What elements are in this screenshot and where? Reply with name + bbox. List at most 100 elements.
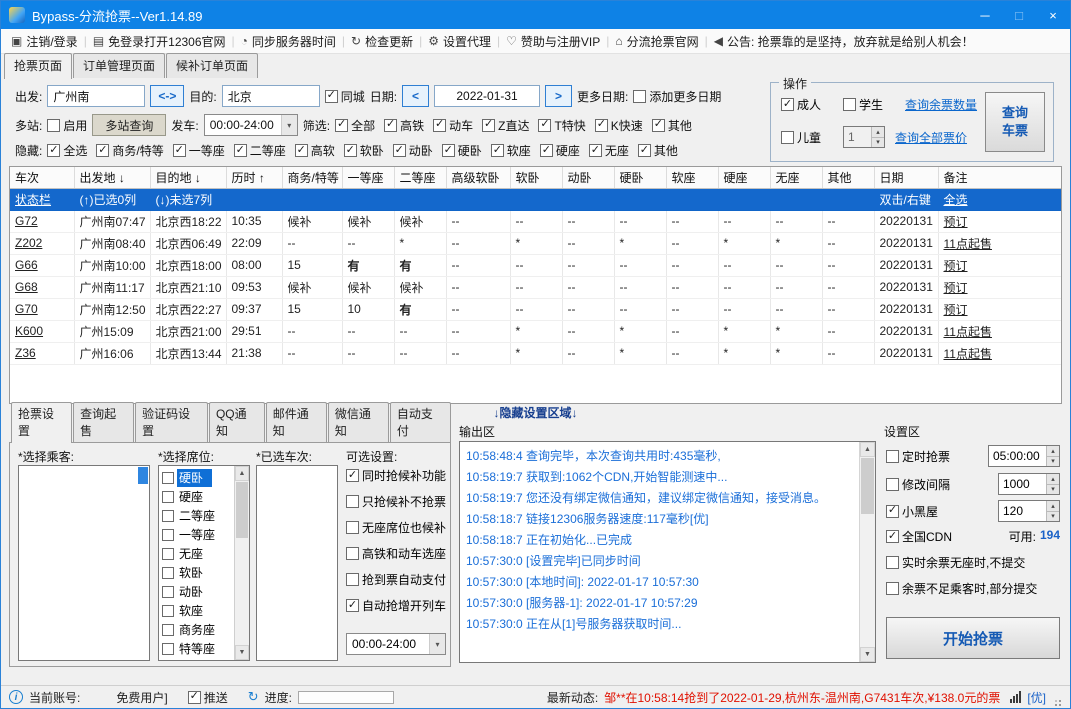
tab-grab-settings[interactable]: 抢票设置 xyxy=(11,402,73,443)
seat-option-4[interactable]: 无座 xyxy=(159,544,233,563)
train-number-link[interactable]: K600 xyxy=(10,320,75,343)
child-checkbox[interactable]: 儿童 xyxy=(781,129,833,146)
depart-time-select[interactable]: 00:00-24:00 ▾ xyxy=(203,114,298,136)
table-row[interactable]: G70 广州南12:50 北京西22:27 09:37 15 10 有 -- -- -- -- -- -… xyxy=(10,298,1061,321)
train-number-link[interactable]: G66 xyxy=(10,254,75,277)
seat-option-7[interactable]: 软座 xyxy=(159,601,233,620)
column-header-7[interactable]: 高级软卧 xyxy=(446,167,511,189)
filter-option-0[interactable]: 全部 xyxy=(335,117,375,134)
column-header-11[interactable]: 软座 xyxy=(666,167,719,189)
date-input[interactable]: 2022-01-31 xyxy=(434,85,541,107)
train-number-link[interactable]: Z202 xyxy=(10,232,75,255)
query-seat-count-link[interactable]: 查询余票数量 xyxy=(905,96,977,113)
spin-up-icon[interactable]: ▴ xyxy=(1047,501,1059,511)
minimize-icon[interactable]: ─ xyxy=(968,1,1002,29)
column-header-5[interactable]: 一等座 xyxy=(342,167,395,189)
add-more-dates-checkbox[interactable]: 添加更多日期 xyxy=(633,88,721,105)
query-tickets-button[interactable]: 查询车票 xyxy=(985,92,1045,152)
query-all-price-link[interactable]: 查询全部票价 xyxy=(895,129,967,146)
grab-option-0[interactable]: 同时抢候补功能 xyxy=(346,467,446,484)
tab-qq-notify[interactable]: QQ通知 xyxy=(208,402,265,442)
timed-grab-checkbox[interactable]: 定时抢票 xyxy=(886,448,950,465)
menu-open-12306[interactable]: ▤ 免登录打开12306官网 xyxy=(87,33,232,50)
seat-option-8[interactable]: 商务座 xyxy=(159,620,233,639)
start-grab-button[interactable]: 开始抢票 xyxy=(886,617,1060,659)
seat-option-6[interactable]: 动卧 xyxy=(159,582,233,601)
seat-option-1[interactable]: 硬座 xyxy=(159,487,233,506)
table-row[interactable]: G66 广州南10:00 北京西18:00 08:00 15 有有 -- -- -- -- -- --… xyxy=(10,254,1061,277)
child-count-spinner[interactable]: 1 ▴ ▾ xyxy=(843,126,885,148)
hide-option-3[interactable]: 二等座 xyxy=(233,142,286,159)
filter-option-2[interactable]: 动车 xyxy=(433,117,473,134)
scrollbar-thumb[interactable] xyxy=(236,482,248,538)
cdn-checkbox[interactable]: 全国CDN xyxy=(886,528,952,545)
maximize-icon[interactable]: □ xyxy=(1002,1,1036,29)
hide-option-11[interactable]: 其他 xyxy=(637,142,678,159)
hide-option-6[interactable]: 动卧 xyxy=(392,142,433,159)
swap-stations-button[interactable]: <-> xyxy=(150,85,185,107)
spin-down-icon[interactable]: ▾ xyxy=(1047,510,1059,521)
push-checkbox[interactable]: 推送 xyxy=(187,689,228,706)
book-link[interactable]: 预订 xyxy=(938,298,1061,321)
scrollbar-thumb[interactable] xyxy=(861,458,874,514)
student-checkbox[interactable]: 学生 xyxy=(843,96,895,113)
seat-option-9[interactable]: 特等座 xyxy=(159,639,233,658)
time-range-select[interactable]: 00:00-24:00 ▾ xyxy=(346,633,446,655)
grab-option-2[interactable]: 无座席位也候补 xyxy=(346,519,446,536)
column-header-14[interactable]: 其他 xyxy=(822,167,875,189)
column-header-15[interactable]: 日期 xyxy=(874,167,939,189)
hide-option-0[interactable]: 全选 xyxy=(47,142,87,159)
column-header-2[interactable]: 目的地 ↓ xyxy=(150,167,227,189)
passenger-listbox[interactable] xyxy=(18,465,150,661)
tab-ticket-page[interactable]: 抢票页面 xyxy=(4,53,73,79)
blackroom-checkbox[interactable]: 小黑屋 xyxy=(886,503,938,520)
column-header-0[interactable]: 车次 xyxy=(10,167,75,189)
modify-interval-checkbox[interactable]: 修改间隔 xyxy=(886,476,950,493)
filter-option-1[interactable]: 高铁 xyxy=(384,117,424,134)
seat-option-3[interactable]: 一等座 xyxy=(159,525,233,544)
column-header-10[interactable]: 硬卧 xyxy=(614,167,667,189)
select-all-link[interactable]: 全选 xyxy=(938,188,1061,211)
close-icon[interactable]: × xyxy=(1036,1,1070,29)
column-header-12[interactable]: 硬座 xyxy=(718,167,771,189)
multi-station-query-button[interactable]: 多站查询 xyxy=(92,114,167,136)
spin-up-icon[interactable]: ▴ xyxy=(1047,474,1059,484)
table-row[interactable]: K600 广州15:09 北京西21:00 29:51 -- -- -- -- * -- * -- * *… xyxy=(10,320,1061,343)
train-number-link[interactable]: G70 xyxy=(10,298,75,321)
menu-official-site[interactable]: ⌂ 分流抢票官网 xyxy=(609,33,704,50)
train-number-link[interactable]: G68 xyxy=(10,276,75,299)
spin-down-icon[interactable]: ▾ xyxy=(1047,455,1059,466)
tab-wechat-notify[interactable]: 微信通知 xyxy=(327,402,389,442)
book-link[interactable]: 11点起售 xyxy=(938,342,1061,365)
tab-captcha-settings[interactable]: 验证码设置 xyxy=(135,402,208,442)
tab-email-notify[interactable]: 邮件通知 xyxy=(265,402,327,442)
timed-grab-time-spinner[interactable]: 05:00:00 ▴ ▾ xyxy=(988,445,1060,467)
book-link[interactable]: 预订 xyxy=(938,210,1061,233)
menu-check-update[interactable]: ↻ 检查更新 xyxy=(345,33,419,50)
menu-logout-login[interactable]: ▣ 注销/登录 xyxy=(5,33,84,50)
status-bar-link[interactable]: 状态栏 xyxy=(10,188,75,211)
book-link[interactable]: 11点起售 xyxy=(938,320,1061,343)
next-date-button[interactable]: > xyxy=(545,85,573,107)
column-header-9[interactable]: 动卧 xyxy=(562,167,615,189)
hide-option-4[interactable]: 高软 xyxy=(294,142,335,159)
menu-sync-server-time[interactable]: ◔ 同步服务器时间 xyxy=(235,33,342,50)
same-city-checkbox[interactable]: 同城 xyxy=(324,88,365,105)
seat-option-0[interactable]: 硬卧 xyxy=(159,468,233,487)
tab-order-page[interactable]: 订单管理页面 xyxy=(73,53,166,78)
seat-option-2[interactable]: 二等座 xyxy=(159,506,233,525)
tab-query-onsale[interactable]: 查询起售 xyxy=(73,402,135,442)
tab-waitlist-page[interactable]: 候补订单页面 xyxy=(166,53,259,78)
train-number-link[interactable]: Z36 xyxy=(10,342,75,365)
no-seat-no-submit-checkbox[interactable]: 实时余票无座时,不提交 xyxy=(886,554,1025,571)
partial-submit-checkbox[interactable]: 余票不足乘客时,部分提交 xyxy=(886,580,1037,597)
from-station-input[interactable]: 广州南 xyxy=(47,85,146,107)
column-header-3[interactable]: 历时 ↑ xyxy=(226,167,283,189)
seat-option-5[interactable]: 软卧 xyxy=(159,563,233,582)
seat-scrollbar[interactable]: ▲ ▼ xyxy=(234,466,249,660)
hide-option-9[interactable]: 硬座 xyxy=(539,142,580,159)
filter-option-5[interactable]: K快速 xyxy=(594,117,643,134)
column-header-6[interactable]: 二等座 xyxy=(394,167,447,189)
resize-grip[interactable] xyxy=(1052,698,1062,708)
filter-option-6[interactable]: 其他 xyxy=(651,117,692,134)
